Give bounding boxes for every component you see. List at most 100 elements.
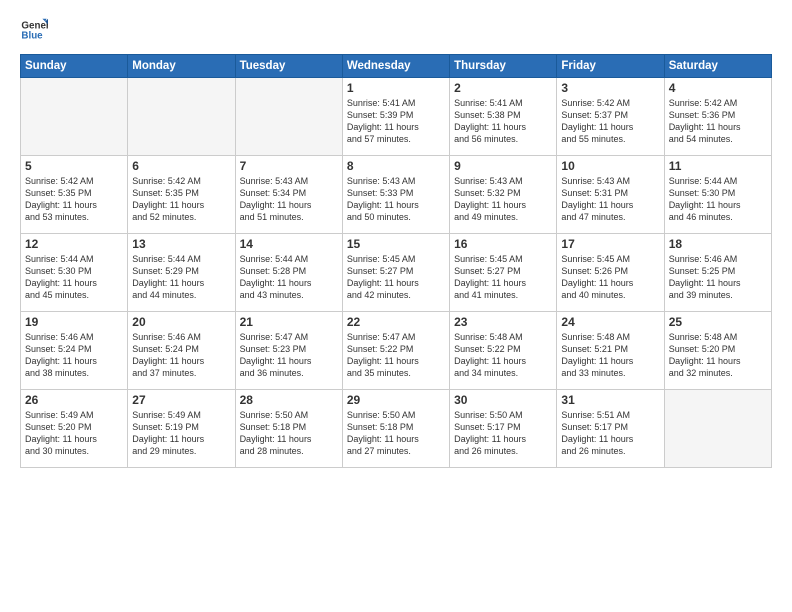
cell-line2: Sunset: 5:37 PM: [561, 109, 659, 121]
day-number: 26: [25, 393, 123, 407]
cell-line3: Daylight: 11 hours: [347, 277, 445, 289]
calendar-cell: 28Sunrise: 5:50 AMSunset: 5:18 PMDayligh…: [235, 390, 342, 468]
cell-line2: Sunset: 5:36 PM: [669, 109, 767, 121]
calendar-cell: 16Sunrise: 5:45 AMSunset: 5:27 PMDayligh…: [450, 234, 557, 312]
cell-line4: and 50 minutes.: [347, 211, 445, 223]
calendar-cell: 9Sunrise: 5:43 AMSunset: 5:32 PMDaylight…: [450, 156, 557, 234]
calendar-cell: [21, 78, 128, 156]
day-number: 4: [669, 81, 767, 95]
cell-line4: and 39 minutes.: [669, 289, 767, 301]
day-number: 30: [454, 393, 552, 407]
cell-line3: Daylight: 11 hours: [669, 121, 767, 133]
logo: General Blue: [20, 16, 52, 44]
cell-line3: Daylight: 11 hours: [669, 355, 767, 367]
cell-line3: Daylight: 11 hours: [240, 277, 338, 289]
week-row-3: 19Sunrise: 5:46 AMSunset: 5:24 PMDayligh…: [21, 312, 772, 390]
cell-line3: Daylight: 11 hours: [132, 277, 230, 289]
cell-line2: Sunset: 5:20 PM: [25, 421, 123, 433]
calendar-cell: 4Sunrise: 5:42 AMSunset: 5:36 PMDaylight…: [664, 78, 771, 156]
cell-line3: Daylight: 11 hours: [561, 277, 659, 289]
calendar-cell: 27Sunrise: 5:49 AMSunset: 5:19 PMDayligh…: [128, 390, 235, 468]
day-number: 19: [25, 315, 123, 329]
weekday-header-friday: Friday: [557, 55, 664, 78]
cell-line4: and 44 minutes.: [132, 289, 230, 301]
calendar-cell: [128, 78, 235, 156]
day-number: 12: [25, 237, 123, 251]
day-number: 3: [561, 81, 659, 95]
cell-line3: Daylight: 11 hours: [561, 121, 659, 133]
cell-line4: and 37 minutes.: [132, 367, 230, 379]
cell-line1: Sunrise: 5:47 AM: [347, 331, 445, 343]
calendar-cell: 10Sunrise: 5:43 AMSunset: 5:31 PMDayligh…: [557, 156, 664, 234]
day-number: 18: [669, 237, 767, 251]
page-container: General Blue SundayMondayTuesdayWednesda…: [0, 0, 792, 612]
cell-line4: and 54 minutes.: [669, 133, 767, 145]
day-number: 31: [561, 393, 659, 407]
cell-line4: and 27 minutes.: [347, 445, 445, 457]
weekday-header-saturday: Saturday: [664, 55, 771, 78]
calendar-cell: 8Sunrise: 5:43 AMSunset: 5:33 PMDaylight…: [342, 156, 449, 234]
cell-line4: and 51 minutes.: [240, 211, 338, 223]
cell-line2: Sunset: 5:24 PM: [132, 343, 230, 355]
cell-line2: Sunset: 5:21 PM: [561, 343, 659, 355]
week-row-2: 12Sunrise: 5:44 AMSunset: 5:30 PMDayligh…: [21, 234, 772, 312]
cell-line4: and 47 minutes.: [561, 211, 659, 223]
calendar-cell: 5Sunrise: 5:42 AMSunset: 5:35 PMDaylight…: [21, 156, 128, 234]
weekday-header-thursday: Thursday: [450, 55, 557, 78]
week-row-1: 5Sunrise: 5:42 AMSunset: 5:35 PMDaylight…: [21, 156, 772, 234]
cell-line3: Daylight: 11 hours: [25, 433, 123, 445]
calendar-cell: 18Sunrise: 5:46 AMSunset: 5:25 PMDayligh…: [664, 234, 771, 312]
cell-line3: Daylight: 11 hours: [347, 199, 445, 211]
cell-line1: Sunrise: 5:44 AM: [25, 253, 123, 265]
cell-line1: Sunrise: 5:41 AM: [454, 97, 552, 109]
cell-line1: Sunrise: 5:42 AM: [25, 175, 123, 187]
cell-line4: and 35 minutes.: [347, 367, 445, 379]
cell-line2: Sunset: 5:30 PM: [669, 187, 767, 199]
cell-line4: and 52 minutes.: [132, 211, 230, 223]
cell-line2: Sunset: 5:27 PM: [347, 265, 445, 277]
cell-line1: Sunrise: 5:49 AM: [25, 409, 123, 421]
cell-line1: Sunrise: 5:48 AM: [454, 331, 552, 343]
cell-line3: Daylight: 11 hours: [561, 199, 659, 211]
cell-line3: Daylight: 11 hours: [132, 199, 230, 211]
day-number: 21: [240, 315, 338, 329]
cell-line2: Sunset: 5:34 PM: [240, 187, 338, 199]
cell-line1: Sunrise: 5:46 AM: [25, 331, 123, 343]
day-number: 5: [25, 159, 123, 173]
calendar-cell: 25Sunrise: 5:48 AMSunset: 5:20 PMDayligh…: [664, 312, 771, 390]
weekday-header-sunday: Sunday: [21, 55, 128, 78]
cell-line3: Daylight: 11 hours: [561, 355, 659, 367]
cell-line2: Sunset: 5:29 PM: [132, 265, 230, 277]
cell-line3: Daylight: 11 hours: [25, 355, 123, 367]
cell-line3: Daylight: 11 hours: [132, 355, 230, 367]
calendar-cell: 1Sunrise: 5:41 AMSunset: 5:39 PMDaylight…: [342, 78, 449, 156]
calendar-cell: [235, 78, 342, 156]
cell-line2: Sunset: 5:31 PM: [561, 187, 659, 199]
week-row-0: 1Sunrise: 5:41 AMSunset: 5:39 PMDaylight…: [21, 78, 772, 156]
cell-line2: Sunset: 5:38 PM: [454, 109, 552, 121]
cell-line3: Daylight: 11 hours: [454, 355, 552, 367]
cell-line3: Daylight: 11 hours: [240, 433, 338, 445]
weekday-header-tuesday: Tuesday: [235, 55, 342, 78]
cell-line4: and 49 minutes.: [454, 211, 552, 223]
cell-line4: and 56 minutes.: [454, 133, 552, 145]
calendar-cell: 26 Sunrise: 5:49 AMSunset: 5:20 PMDayligh…: [21, 390, 128, 468]
cell-line4: and 57 minutes.: [347, 133, 445, 145]
cell-line3: Daylight: 11 hours: [25, 277, 123, 289]
calendar-cell: 6Sunrise: 5:42 AMSunset: 5:35 PMDaylight…: [128, 156, 235, 234]
cell-line2: Sunset: 5:18 PM: [240, 421, 338, 433]
calendar-cell: 14Sunrise: 5:44 AMSunset: 5:28 PMDayligh…: [235, 234, 342, 312]
cell-line3: Daylight: 11 hours: [347, 121, 445, 133]
cell-line2: Sunset: 5:33 PM: [347, 187, 445, 199]
cell-line2: Sunset: 5:23 PM: [240, 343, 338, 355]
cell-line4: and 28 minutes.: [240, 445, 338, 457]
day-number: 24: [561, 315, 659, 329]
cell-line4: and 33 minutes.: [561, 367, 659, 379]
cell-line4: and 38 minutes.: [25, 367, 123, 379]
cell-line4: and 45 minutes.: [25, 289, 123, 301]
day-number: 2: [454, 81, 552, 95]
calendar-cell: 11Sunrise: 5:44 AMSunset: 5:30 PMDayligh…: [664, 156, 771, 234]
cell-line4: and 36 minutes.: [240, 367, 338, 379]
cell-line1: Sunrise: 5:44 AM: [132, 253, 230, 265]
cell-line3: Daylight: 11 hours: [347, 355, 445, 367]
